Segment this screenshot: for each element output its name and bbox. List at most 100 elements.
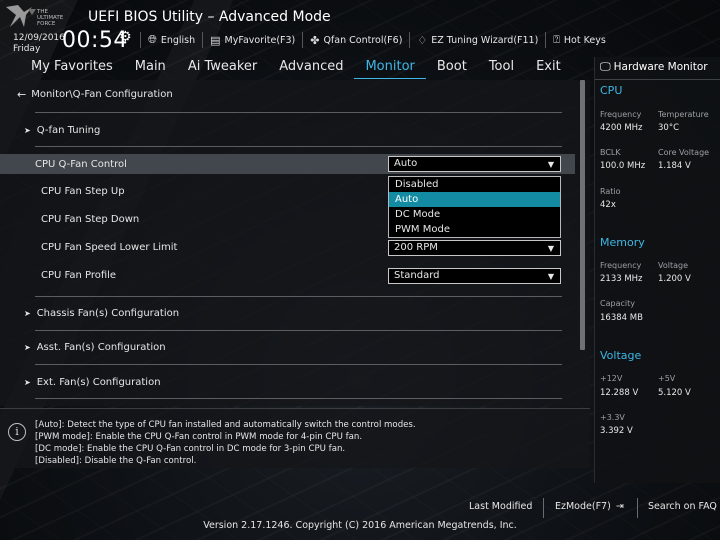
divider	[35, 146, 562, 147]
breadcrumb[interactable]: ← Monitor\Q-Fan Configuration	[17, 88, 173, 101]
core-voltage-value: 1.184 V	[658, 161, 691, 171]
language-label: English	[160, 34, 196, 46]
cpu-qfan-control-select[interactable]: Auto ▼	[388, 156, 561, 172]
breadcrumb-text: Monitor\Q-Fan Configuration	[31, 89, 173, 100]
capacity-value: 16384 MB	[600, 313, 643, 323]
asst-fan-config-item[interactable]: ➤ Asst. Fan(s) Configuration	[0, 337, 575, 357]
memory-voltage-label: Voltage	[658, 261, 689, 270]
v33-label: +3.3V	[600, 413, 625, 422]
ezmode-button[interactable]: EzMode(F7) ⇥	[555, 501, 624, 512]
tab-boot[interactable]: Boot	[426, 57, 478, 79]
divider	[35, 364, 562, 365]
ratio-value: 42x	[600, 200, 616, 210]
tab-main[interactable]: Main	[124, 57, 177, 79]
myfavorite-label: MyFavorite(F3)	[224, 34, 296, 46]
divider	[35, 296, 562, 297]
tab-ai-tweaker[interactable]: Ai Tweaker	[177, 57, 268, 79]
qfan-control-button[interactable]: ✤ Qfan Control(F6)	[302, 32, 409, 48]
voltage-section-title: Voltage	[600, 349, 642, 362]
cpu-fan-profile-select[interactable]: Standard ▼	[388, 268, 561, 284]
back-arrow-icon[interactable]: ←	[17, 88, 26, 101]
tab-my-favorites[interactable]: My Favorites	[0, 57, 124, 79]
divider	[35, 112, 562, 113]
header: THE ULTIMATE FORCE UEFI BIOS Utility – A…	[0, 0, 720, 56]
memory-section-title: Memory	[600, 236, 645, 249]
scrollbar[interactable]	[580, 80, 585, 350]
help-text: [Auto]: Detect the type of CPU fan insta…	[35, 419, 416, 467]
chevron-right-icon: ➤	[24, 308, 31, 318]
ez-tuning-wizard-button[interactable]: ♢ EZ Tuning Wizard(F11)	[409, 32, 545, 48]
memory-voltage-value: 1.200 V	[658, 274, 691, 284]
cpu-temperature-value: 30°C	[658, 123, 680, 133]
hardware-monitor-title[interactable]: 🖵︎ Hardware Monitor	[600, 60, 708, 74]
ratio-label: Ratio	[600, 187, 621, 196]
myfavorite-button[interactable]: ▤ MyFavorite(F3)	[202, 32, 302, 48]
memory-frequency-value: 2133 MHz	[600, 274, 643, 284]
chassis-fan-config-item[interactable]: ➤ Chassis Fan(s) Configuration	[0, 303, 575, 323]
cpu-temperature-label: Temperature	[658, 110, 709, 119]
app-title: UEFI BIOS Utility – Advanced Mode	[88, 9, 331, 25]
help-line-dc: [DC mode]: Enable the CPU Q-Fan control …	[35, 444, 346, 454]
tab-monitor[interactable]: Monitor	[354, 57, 426, 79]
chassis-fan-config-label: Chassis Fan(s) Configuration	[36, 307, 180, 319]
memory-frequency-label: Frequency	[600, 261, 642, 270]
option-pwm-mode[interactable]: PWM Mode	[389, 222, 560, 237]
main-nav: My Favorites Main Ai Tweaker Advanced Mo…	[0, 57, 590, 79]
main-panel: ← Monitor\Q-Fan Configuration ➤ Q-fan Tu…	[0, 80, 590, 406]
tuf-logo: THE ULTIMATE FORCE	[2, 3, 82, 31]
date-text: 12/09/2016	[13, 33, 65, 43]
fan-icon: ✤	[310, 33, 320, 47]
option-disabled[interactable]: Disabled	[389, 177, 560, 192]
qfan-tuning-item[interactable]: ➤ Q-fan Tuning	[0, 120, 575, 140]
hardware-monitor-panel: 🖵︎ Hardware Monitor CPU Frequency Temper…	[594, 57, 720, 483]
tab-advanced[interactable]: Advanced	[268, 57, 354, 79]
hot-keys-label: Hot Keys	[563, 34, 606, 46]
search-faq-button[interactable]: Search on FAQ	[648, 501, 717, 512]
divider	[35, 398, 562, 399]
toolbar: 🌐︎ English ▤ MyFavorite(F3) ✤ Qfan Contr…	[140, 32, 613, 48]
qfan-tuning-label: Q-fan Tuning	[36, 124, 101, 136]
chevron-right-icon: ➤	[24, 377, 31, 387]
ext-fan-config-label: Ext. Fan(s) Configuration	[36, 376, 161, 388]
date-display: 12/09/2016 Friday	[13, 33, 65, 55]
v5-value: 5.120 V	[658, 388, 691, 398]
language-button[interactable]: 🌐︎ English	[140, 32, 202, 48]
cpu-fan-speed-lower-limit-select[interactable]: 200 RPM ▼	[388, 240, 561, 256]
info-icon: i	[8, 423, 26, 441]
cpu-section-title: CPU	[600, 84, 623, 97]
cpu-fan-profile-value: Standard	[394, 270, 440, 281]
help-line-auto: [Auto]: Detect the type of CPU fan insta…	[35, 420, 416, 430]
caret-down-icon: ▼	[547, 160, 554, 169]
monitor-icon: 🖵︎	[600, 60, 611, 73]
bulb-icon: ♢	[417, 33, 428, 47]
v12-label: +12V	[600, 374, 623, 383]
option-dc-mode[interactable]: DC Mode	[389, 207, 560, 222]
divider	[637, 498, 638, 518]
tab-exit[interactable]: Exit	[525, 57, 572, 79]
footer-bar: Last Modified EzMode(F7) ⇥ Search on FAQ	[0, 498, 720, 518]
tab-tool[interactable]: Tool	[478, 57, 525, 79]
core-voltage-label: Core Voltage	[658, 148, 710, 157]
gear-icon[interactable]: ⚙	[119, 29, 132, 45]
bclk-label: BCLK	[600, 148, 621, 157]
cpu-fan-speed-lower-limit-label: CPU Fan Speed Lower Limit	[41, 241, 178, 253]
divider	[35, 330, 562, 331]
hot-keys-button[interactable]: ⍰ Hot Keys	[545, 32, 612, 48]
option-auto[interactable]: Auto	[389, 192, 560, 207]
cpu-fan-step-down-label: CPU Fan Step Down	[41, 213, 140, 225]
last-modified-button[interactable]: Last Modified	[469, 501, 532, 512]
capacity-label: Capacity	[600, 299, 635, 308]
ext-fan-config-item[interactable]: ➤ Ext. Fan(s) Configuration	[0, 372, 575, 392]
qfan-control-label: Qfan Control(F6)	[323, 34, 403, 46]
help-line-pwm: [PWM mode]: Enable the CPU Q-Fan control…	[35, 432, 363, 442]
caret-down-icon: ▼	[547, 244, 554, 253]
globe-icon: 🌐︎	[148, 33, 157, 46]
exit-arrow-icon: ⇥	[615, 501, 624, 512]
help-icon: ⍰	[553, 33, 560, 46]
ezmode-label: EzMode(F7)	[555, 501, 611, 512]
favorite-icon: ▤	[210, 33, 221, 47]
v33-value: 3.392 V	[600, 426, 633, 436]
asst-fan-config-label: Asst. Fan(s) Configuration	[36, 341, 166, 353]
cpu-qfan-control-options: Disabled Auto DC Mode PWM Mode	[388, 176, 561, 238]
cpu-fan-profile-label: CPU Fan Profile	[41, 269, 117, 281]
